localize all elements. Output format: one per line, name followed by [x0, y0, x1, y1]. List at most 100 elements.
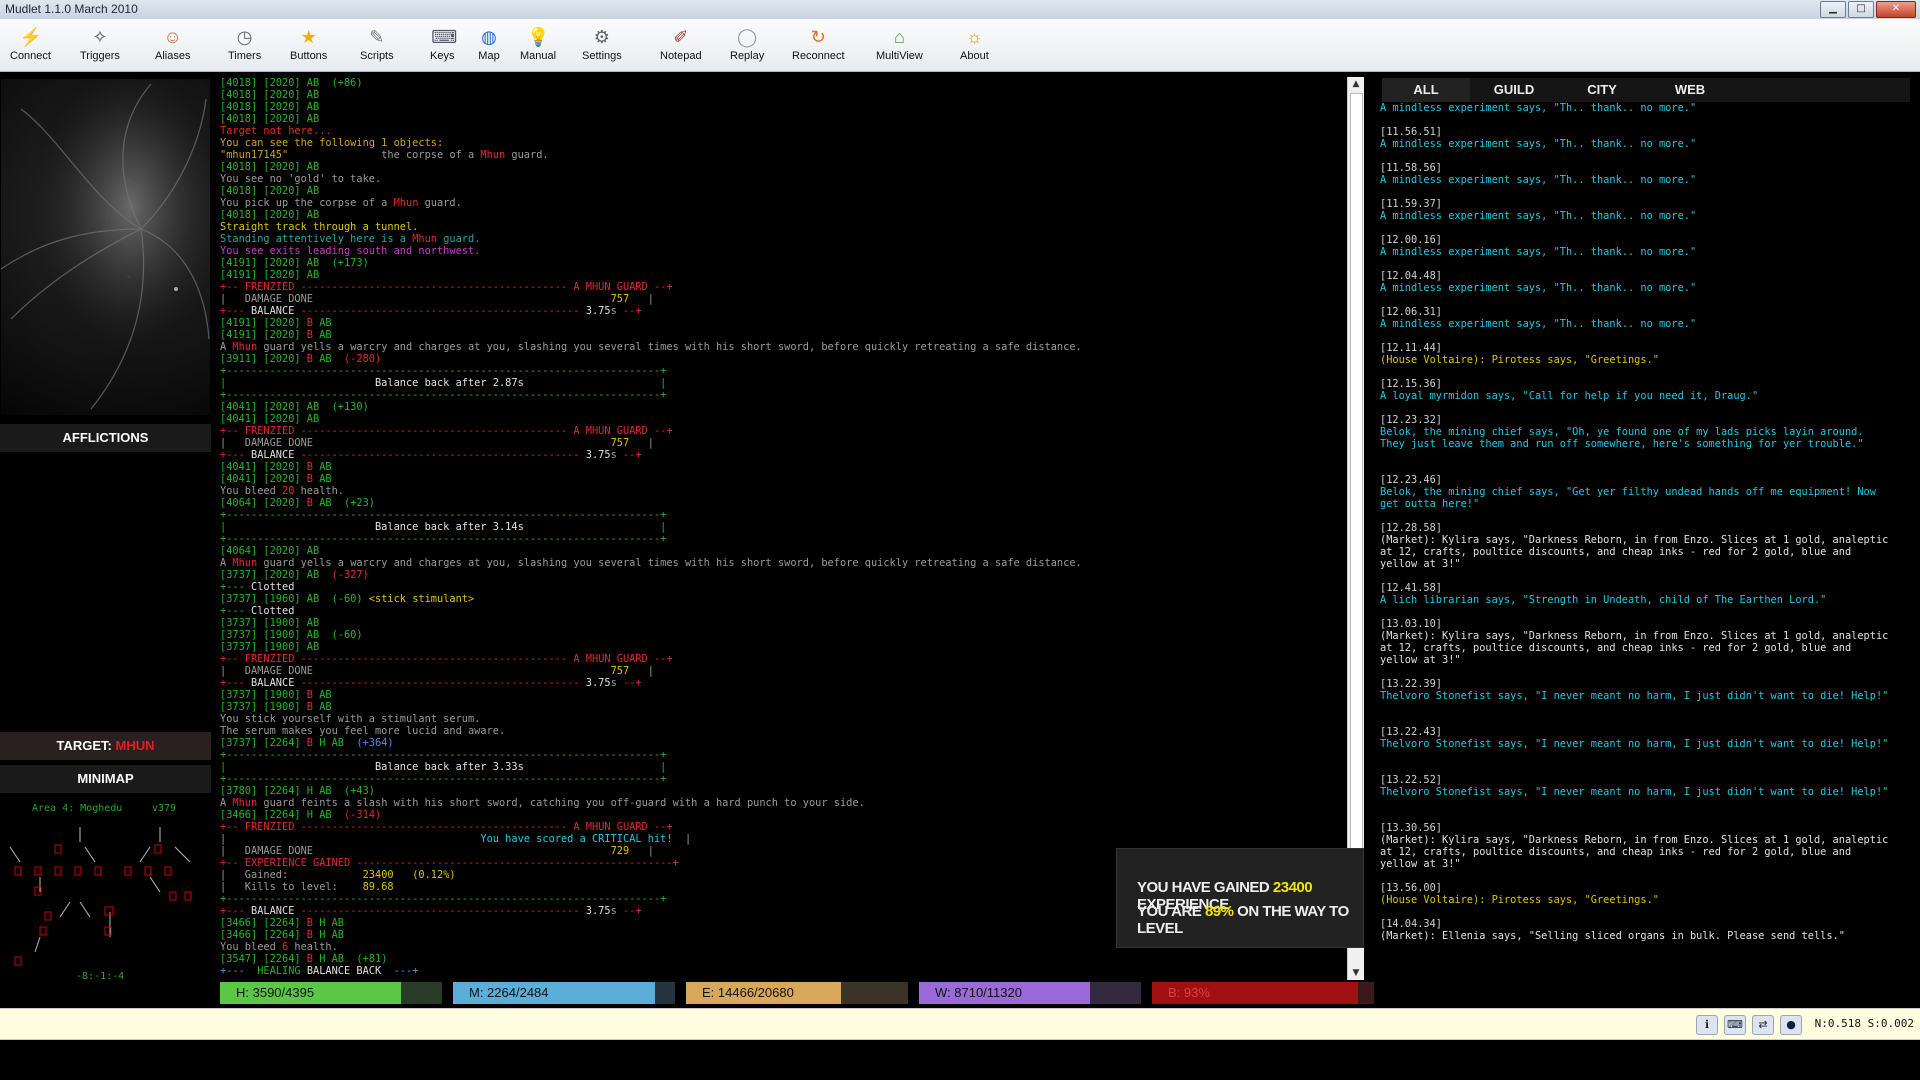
gauge-label: H: 3590/4395 [236, 985, 315, 1000]
close-button[interactable]: ✕ [1876, 1, 1916, 18]
chat-message: [12.06.31] A mindless experiment says, "T… [1380, 306, 1697, 330]
toolbar-about-button[interactable]: ☼ About [960, 23, 989, 69]
console-line: +---------------------------------------… [220, 389, 667, 401]
console-line: [3547] [2264] B H AB (+81) [220, 953, 388, 965]
toolbar-label: Timers [228, 50, 262, 62]
console-line: +-- FRENZIED ---------------------------… [220, 653, 673, 665]
toolbar-replay-button[interactable]: ◯ Replay [730, 23, 764, 69]
main-console[interactable]: [4018] [2020] AB (+86) [4018] [2020] AB [4… [216, 77, 1346, 977]
console-line: +---------------------------------------… [220, 893, 667, 905]
target-label: TARGET: [56, 738, 112, 753]
vitals-gauges: H: 3590/4395 M: 2264/2484 E: 14466/20680 W:… [220, 982, 1374, 1004]
scrollbar-thumb[interactable] [1350, 93, 1363, 925]
afflictions-header: AFFLICTIONS [0, 424, 211, 452]
toolbar-label: Keys [430, 50, 455, 62]
scroll-down-icon[interactable]: ▼ [1348, 966, 1364, 980]
toolbar-notepad-button[interactable]: ✐ Notepad [660, 23, 702, 69]
console-line: [3780] [2264] H AB (+43) [220, 785, 375, 797]
toolbar-label: Scripts [360, 50, 394, 62]
toolbar-triggers-button[interactable]: ✧ Triggers [80, 23, 120, 69]
toolbar-label: Settings [582, 50, 622, 62]
console-line: +-- FRENZIED ---------------------------… [220, 821, 673, 833]
chat-message: [12.11.44] (House Voltaire): Pirotess say… [1380, 342, 1659, 366]
command-input[interactable] [2, 1011, 1662, 1035]
console-line: [3466] [2264] B H AB [220, 917, 344, 929]
console-line: Standing attentively here is a Mhun guar… [220, 233, 481, 245]
chat-tab-web[interactable]: WEB [1646, 78, 1734, 102]
toolbar-keys-button[interactable]: ⌨ Keys [430, 23, 457, 69]
console-line: [3737] [1900] B AB [220, 701, 332, 713]
console-line: [4018] [2020] AB [220, 113, 320, 125]
console-line: +-- FRENZIED ---------------------------… [220, 425, 673, 437]
console-line: [4191] [2020] B AB [220, 317, 332, 329]
scroll-up-icon[interactable]: ▲ [1348, 77, 1364, 91]
console-line: +---------------------------------------… [220, 509, 667, 521]
toolbar-settings-button[interactable]: ⚙ Settings [582, 23, 622, 69]
chat-tab-guild[interactable]: GUILD [1470, 78, 1558, 102]
console-line: +--- BALANCE ---------------------------… [220, 677, 642, 689]
console-line: [3466] [2264] H AB (-314) [220, 809, 382, 821]
keyboard-icon[interactable]: ⌨ [1724, 1015, 1746, 1035]
toolbar-label: Reconnect [792, 50, 845, 62]
toolbar-connect-button[interactable]: ⚡ Connect [10, 23, 51, 69]
chat-message: [12.00.16] A mindless experiment says, "T… [1380, 234, 1697, 258]
chat-message: A mindless experiment says, "Th.. thank.… [1380, 102, 1697, 114]
console-line: | Balance back after 3.14s | [220, 521, 667, 533]
gauge-3: W: 8710/11320 [919, 982, 1141, 1004]
chat-message: [12.23.46] Belok, the mining chief says, … [1380, 474, 1883, 510]
about-icon: ☼ [966, 27, 983, 47]
console-line: [3911] [2020] B AB (-280) [220, 353, 382, 365]
map-icon: ◍ [481, 27, 497, 47]
target-header: TARGET: MHUN [0, 732, 211, 760]
gauge-label: M: 2264/2484 [469, 985, 549, 1000]
scripts-icon: ✎ [369, 27, 385, 47]
main-toolbar: ⚡ Connect ✧ Triggers ☺ Aliases ◷ Timers ★ Buttons… [0, 19, 1920, 72]
toolbar-reconnect-button[interactable]: ↻ Reconnect [792, 23, 845, 69]
crescent-logo [1, 79, 210, 415]
console-line: [4018] [2020] AB [220, 101, 320, 113]
toolbar-manual-button[interactable]: 💡 Manual [520, 23, 556, 69]
console-line: | Gained: 23400 (0.12%) [220, 869, 456, 881]
toolbar-aliases-button[interactable]: ☺ Aliases [155, 23, 190, 69]
chat-message: [11.58.56] A mindless experiment says, "T… [1380, 162, 1697, 186]
console-line: [3737] [1960] AB (-60) <stick stimulant> [220, 593, 475, 605]
toolbar-buttons-button[interactable]: ★ Buttons [290, 23, 327, 69]
console-line: +---------------------------------------… [220, 749, 667, 761]
minimap[interactable]: Area 4: Moghedu v379 -8:-1:-4 [0, 801, 211, 986]
console-line: "mhun17145" the corpse of a Mhun guard. [220, 149, 549, 161]
status-icons: ℹ ⌨ ⇄ ● [1696, 1015, 1802, 1035]
connect-icon: ⚡ [19, 27, 42, 47]
console-line: You stick yourself with a stimulant seru… [220, 713, 481, 725]
window-controls: ▁ □ ✕ [1820, 1, 1916, 18]
console-line: | You have scored a CRITICAL hit! | [220, 833, 692, 845]
sphere-icon[interactable]: ● [1780, 1015, 1802, 1035]
aliases-icon: ☺ [163, 27, 182, 47]
network-icon[interactable]: ⇄ [1752, 1015, 1774, 1035]
toolbar-multiview-button[interactable]: ⌂ MultiView [876, 23, 923, 69]
chat-window[interactable]: A mindless experiment says, "Th.. thank.… [1380, 102, 1890, 982]
toolbar-scripts-button[interactable]: ✎ Scripts [360, 23, 394, 69]
minimap-drawing [9, 827, 192, 966]
maximize-button[interactable]: □ [1848, 1, 1874, 18]
chat-message: [14.04.34] (Market): Ellenia says, "Selli… [1380, 918, 1845, 942]
console-line: Straight track through a tunnel. [220, 221, 419, 233]
toolbar-label: About [960, 50, 989, 62]
toolbar-timers-button[interactable]: ◷ Timers [228, 23, 261, 69]
console-scrollbar[interactable]: ▲ ▼ [1347, 77, 1364, 980]
buttons-icon: ★ [300, 27, 317, 47]
console-line: | Kills to level: 89.68 [220, 881, 394, 893]
chat-tabs: ALL GUILD CITY WEB [1382, 78, 1910, 102]
toolbar-map-button[interactable]: ◍ Map [478, 23, 500, 69]
chat-tab-city[interactable]: CITY [1558, 78, 1646, 102]
gauge-1: M: 2264/2484 [453, 982, 675, 1004]
minimize-button[interactable]: ▁ [1820, 1, 1846, 18]
console-line: A Mhun guard feints a slash with his sho… [220, 797, 865, 809]
chat-tab-all[interactable]: ALL [1382, 78, 1470, 102]
chat-message: [12.04.48] A mindless experiment says, "T… [1380, 270, 1697, 294]
info-icon[interactable]: ℹ [1696, 1015, 1718, 1035]
console-line: [4041] [2020] AB [220, 413, 320, 425]
minimap-coords: -8:-1:-4 [76, 971, 125, 982]
toolbar-label: Replay [730, 50, 765, 62]
console-line: You pick up the corpse of a Mhun guard. [220, 197, 462, 209]
console-line: | Balance back after 2.87s | [220, 377, 667, 389]
